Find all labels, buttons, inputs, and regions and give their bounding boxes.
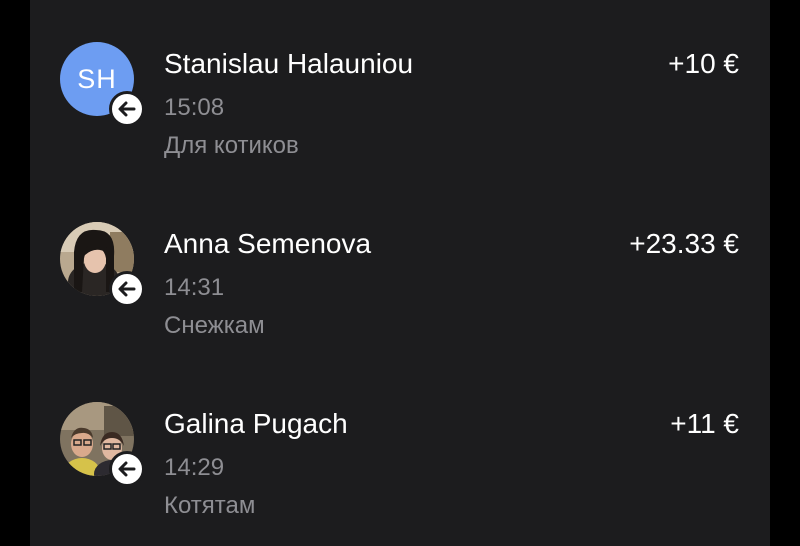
note: Для котиков <box>164 132 299 159</box>
avatar <box>60 222 145 307</box>
arrow-left-icon <box>109 271 145 307</box>
transaction-row[interactable]: Anna Semenova +23.33 € 14:31 Снежкам <box>30 222 770 362</box>
time: 15:08 <box>164 94 225 121</box>
avatar: SH <box>60 42 145 127</box>
amount: +23.33 € <box>629 228 739 259</box>
transaction-row[interactable]: SH Stanislau Halauniou +10 € 15:08 Для к… <box>30 42 770 182</box>
amount: +10 € <box>668 48 739 79</box>
amount: +11 € <box>670 408 739 439</box>
time: 14:29 <box>164 454 225 481</box>
transactions-panel: SH Stanislau Halauniou +10 € 15:08 Для к… <box>30 0 770 546</box>
note: Снежкам <box>164 312 265 339</box>
transaction-row[interactable]: Galina Pugach +11 € 14:29 Котятам <box>30 402 770 542</box>
arrow-left-icon <box>109 451 145 487</box>
sender-name: Anna Semenova <box>164 228 372 259</box>
arrow-left-icon <box>109 91 145 127</box>
note: Котятам <box>164 492 256 519</box>
sender-name: Stanislau Halauniou <box>164 48 414 79</box>
sender-name: Galina Pugach <box>164 408 348 439</box>
time: 14:31 <box>164 274 225 301</box>
avatar <box>60 402 145 487</box>
